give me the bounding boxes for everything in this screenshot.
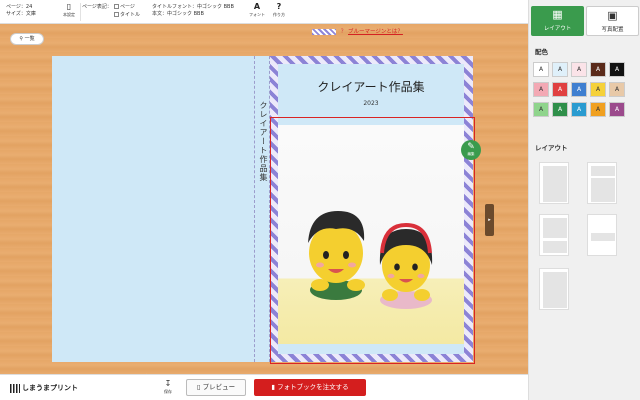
color-swatch[interactable]: A <box>552 82 568 97</box>
save-icon: ↧ <box>164 379 172 388</box>
title-font-value: タイトルフォント：中ゴシック BBB <box>152 4 234 10</box>
layout-option[interactable] <box>587 214 617 256</box>
color-swatch[interactable]: A <box>590 82 606 97</box>
brand-mark-icon <box>10 383 20 393</box>
tab-layout[interactable]: ▦ レイアウト <box>531 6 584 36</box>
spine-title: クレイアート作品集 <box>259 101 268 182</box>
title-option-label: タイトル <box>120 12 141 18</box>
search-icon: ⚲ <box>19 36 24 42</box>
image-icon: ▣ <box>607 9 618 22</box>
book-info: ページ：24 サイズ：文庫 <box>6 4 36 18</box>
back-button-label: 一覧 <box>24 36 35 42</box>
panel-tabs: ▦ レイアウト ▣ 写真配置 <box>531 6 639 36</box>
layout-section-title: レイアウト <box>535 144 568 152</box>
bluemargin-question-mark: ？ <box>340 29 347 35</box>
preview-label: プレビュー <box>202 383 236 391</box>
spine[interactable]: クレイアート作品集 <box>254 56 270 362</box>
preview-button[interactable]: ▯ プレビュー <box>186 379 246 396</box>
grid-icon: ▦ <box>552 8 563 21</box>
edit-label: 編集 <box>467 152 475 156</box>
page-number-checkbox[interactable]: ページ <box>114 3 140 11</box>
cover-year[interactable]: 2023 <box>278 100 464 107</box>
color-swatch[interactable]: A <box>552 102 568 117</box>
tab-photo-placement[interactable]: ▣ 写真配置 <box>586 6 639 36</box>
color-swatch[interactable]: A <box>590 62 606 77</box>
order-photobook-button[interactable]: ▮ フォトブックを注文する <box>254 379 366 396</box>
page-display-options: ページ タイトル <box>114 3 140 19</box>
panel-toggle-handle[interactable]: ▸ <box>485 204 494 236</box>
toolbar-divider <box>80 3 81 21</box>
help-button-label: 作り方 <box>273 12 285 17</box>
save-button[interactable]: ↧ 保存 <box>160 378 176 398</box>
color-swatch[interactable]: A <box>571 102 587 117</box>
book-icon: ▯ <box>196 383 201 391</box>
color-swatch[interactable]: A <box>533 62 549 77</box>
save-label: 保存 <box>164 389 172 394</box>
order-label: フォトブックを注文する <box>277 383 349 391</box>
help-button[interactable]: ? 作り方 <box>270 2 288 22</box>
color-swatch[interactable]: A <box>609 102 625 117</box>
cart-icon: ▮ <box>271 383 275 391</box>
font-button-label: フォント <box>249 12 265 17</box>
back-to-list-button[interactable]: ⚲ 一覧 <box>10 33 44 45</box>
color-swatch[interactable]: A <box>609 62 625 77</box>
book-size: サイズ：文庫 <box>6 11 36 17</box>
cover-title[interactable]: クレイアート作品集 <box>278 78 464 95</box>
page-count: ページ：24 <box>6 4 33 10</box>
bluemargin-link[interactable]: ブルーマージンとは？ <box>348 29 403 35</box>
selected-photo-frame[interactable] <box>270 117 475 364</box>
book-icon: ▯ <box>66 2 72 11</box>
page-option-label: ページ <box>120 4 135 10</box>
layout-option[interactable] <box>539 268 569 310</box>
bluemargin-help: ？ ブルーマージンとは？ <box>312 27 403 37</box>
editor-canvas: ⚲ 一覧 ？ ブルーマージンとは？ クレイアート作品集 クレイアート作品集 20… <box>0 24 528 380</box>
font-info: タイトルフォント：中ゴシック BBB 本文：中ゴシック BBB <box>152 4 234 18</box>
page-display-label: ページ表記： <box>82 4 112 10</box>
color-swatch[interactable]: A <box>571 82 587 97</box>
book-settings-button[interactable]: ▯ 本設定 <box>60 2 78 22</box>
tab-layout-label: レイアウト <box>543 26 572 32</box>
font-button[interactable]: A フォント <box>248 2 266 22</box>
color-swatch[interactable]: A <box>533 82 549 97</box>
layout-option[interactable] <box>587 162 617 204</box>
right-panel: ▦ レイアウト ▣ 写真配置 配色 AAAAAAAAAAAAAAA レイアウト <box>528 0 640 400</box>
chevron-right-icon: ▸ <box>488 217 491 223</box>
color-swatch[interactable]: A <box>533 102 549 117</box>
book-settings-label: 本設定 <box>63 12 75 17</box>
layout-option[interactable] <box>539 162 569 204</box>
color-swatch[interactable]: A <box>590 102 606 117</box>
layout-option-selected[interactable] <box>539 214 569 256</box>
edit-photo-button[interactable]: ✎ 編集 <box>461 140 481 160</box>
body-font-value: 本文：中ゴシック BBB <box>152 11 204 17</box>
pencil-icon: ✎ <box>467 142 475 152</box>
tab-photo-label: 写真配置 <box>601 27 624 33</box>
back-cover[interactable] <box>52 56 254 362</box>
color-swatch[interactable]: A <box>609 82 625 97</box>
brand-name: しまうまプリント <box>22 384 78 392</box>
top-toolbar: ページ：24 サイズ：文庫 ▯ 本設定 ページ表記： ページ タイトル タイトル… <box>0 0 528 24</box>
title-checkbox[interactable]: タイトル <box>114 11 140 19</box>
brand-logo: しまうまプリント <box>10 383 78 393</box>
bluemargin-sample-icon <box>312 28 336 35</box>
bottom-bar: しまうまプリント ↧ 保存 ▯ プレビュー ▮ フォトブックを注文する <box>0 374 528 400</box>
question-icon: ? <box>276 2 282 11</box>
color-swatch[interactable]: A <box>571 62 587 77</box>
color-swatch[interactable]: A <box>552 62 568 77</box>
font-icon: A <box>253 2 261 11</box>
color-scheme-title: 配色 <box>535 48 548 56</box>
